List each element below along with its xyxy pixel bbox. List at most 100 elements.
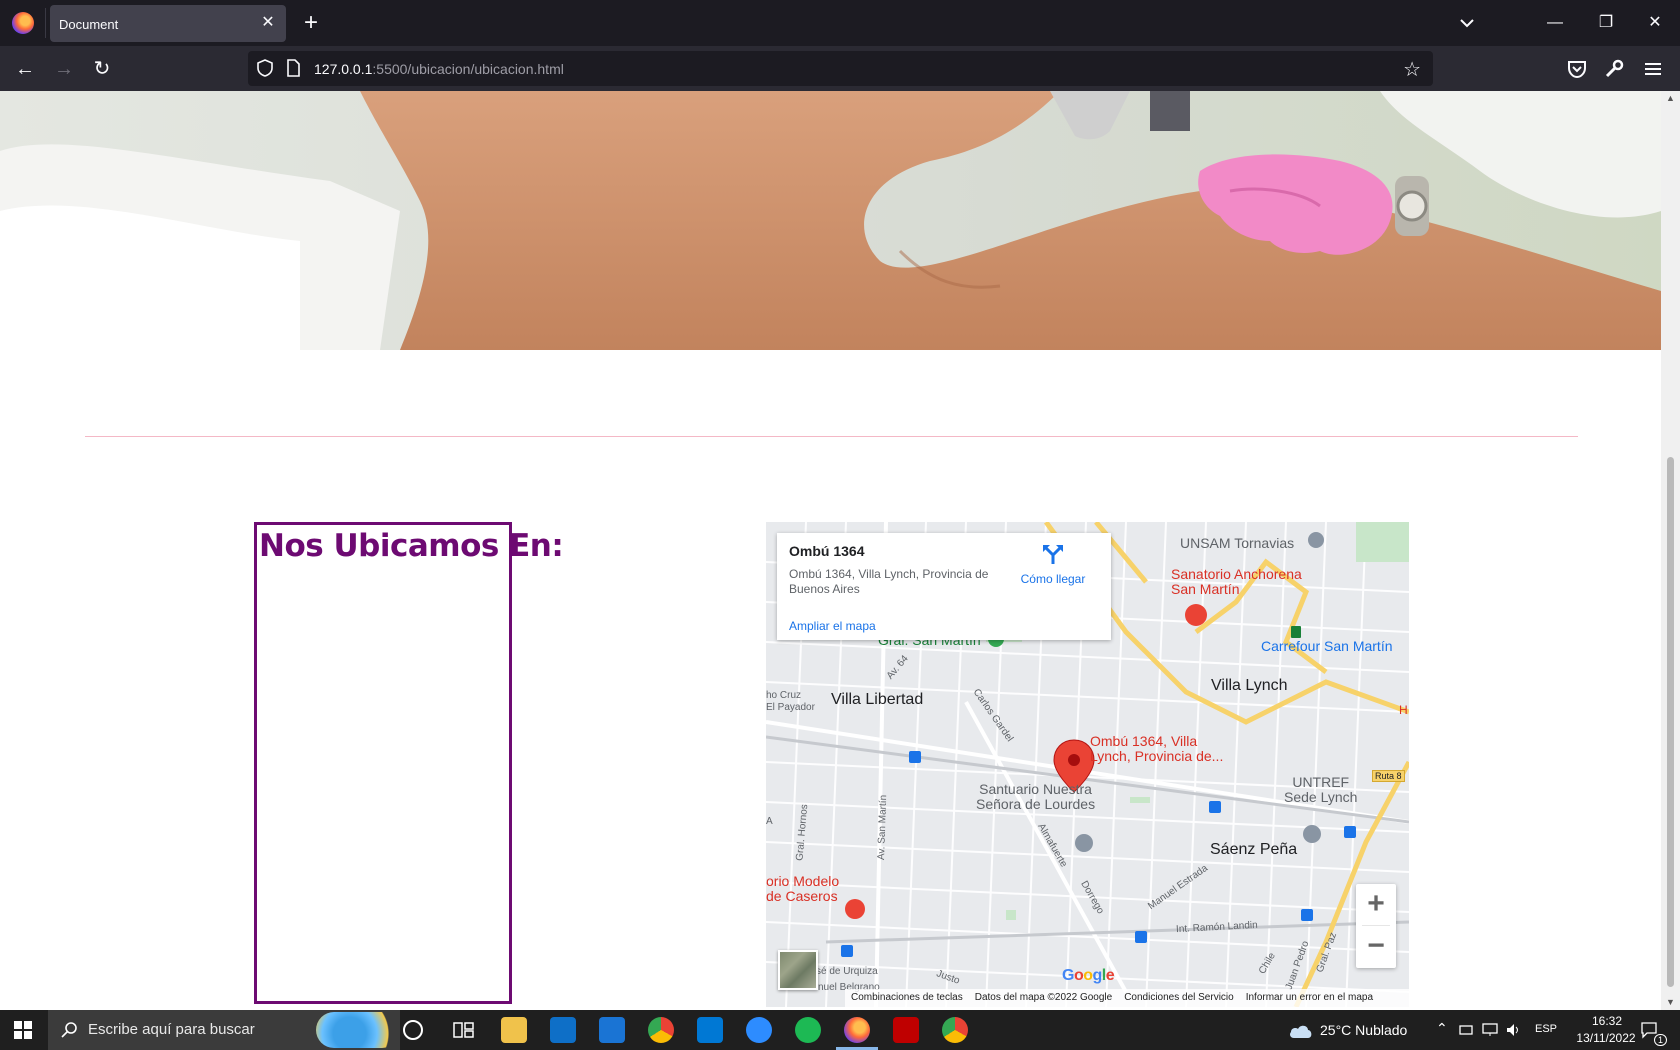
place-title: Ombú 1364 (789, 543, 865, 559)
new-tab-icon[interactable]: + (298, 10, 324, 36)
address-bar[interactable]: 127.0.0.1:5500/ubicacion/ubicacion.html … (248, 51, 1433, 86)
enlarge-map-link[interactable]: Ampliar el mapa (789, 619, 876, 633)
task-view-icon[interactable] (450, 1017, 476, 1043)
minimize-icon[interactable]: — (1532, 10, 1578, 36)
zoom-out-button[interactable]: − (1356, 926, 1396, 966)
windows-start-icon[interactable] (14, 1021, 32, 1039)
hamburger-menu-icon[interactable] (1641, 57, 1665, 81)
weather-text[interactable]: 25°C Nublado (1320, 1022, 1407, 1038)
bookmark-star-icon[interactable]: ☆ (1403, 57, 1421, 82)
volume-icon[interactable] (1506, 1023, 1522, 1037)
clock-time[interactable]: 16:32 (1582, 1014, 1632, 1028)
location-heading: Nos Ubicamos En: (259, 528, 564, 564)
location-box: Nos Ubicamos En: (254, 522, 564, 1004)
pin-label-line: Ombú 1364, Villa (1090, 733, 1198, 749)
map-label-line: Señora de Lourdes (976, 796, 1096, 812)
report-error-link[interactable]: Informar un error en el mapa (1240, 989, 1379, 1003)
reload-icon[interactable]: ↻ (88, 55, 116, 83)
zoom-app-icon[interactable] (746, 1017, 772, 1043)
map-label: Av. San Martín (875, 794, 890, 861)
map-label: Santuario Nuestra Señora de Lourdes (976, 782, 1095, 812)
map-label-line: orio Modelo (766, 873, 840, 889)
search-highlight-image[interactable] (316, 1012, 400, 1048)
search-icon (61, 1022, 77, 1038)
pin-label: Ombú 1364, Villa Lynch, Provincia de... (1090, 734, 1223, 764)
page-viewport[interactable]: Nos Ubicamos En: UNSAM Tornavias Sanator… (0, 91, 1680, 1010)
taskbar-search[interactable]: Escribe aquí para buscar (48, 1010, 400, 1050)
embedded-map[interactable]: UNSAM Tornavias Sanatorio Anchorena San M… (766, 522, 1409, 1007)
keyboard-shortcuts-link[interactable]: Combinaciones de teclas (845, 989, 969, 1003)
map-label-line: San Martín (1171, 581, 1240, 597)
directions-icon (1043, 545, 1063, 564)
map-label: orio Modelo de Caseros (766, 874, 839, 904)
vscode-icon[interactable] (697, 1017, 723, 1043)
firefox-logo-icon (12, 12, 34, 34)
map-label: Villa Lynch (1211, 677, 1288, 694)
map-label: UNTREF Sede Lynch (1284, 775, 1357, 805)
zoom-in-button[interactable]: + (1356, 884, 1396, 924)
map-label: Ruta 8 (1372, 770, 1405, 782)
chrome-icon[interactable] (648, 1017, 674, 1043)
scroll-up-icon[interactable]: ▲ (1665, 93, 1676, 104)
map-label: Sanatorio Anchorena San Martín (1171, 567, 1302, 597)
show-hidden-icons-icon[interactable]: ⌃ (1436, 1020, 1448, 1037)
list-all-tabs-icon[interactable] (1455, 14, 1479, 32)
terms-link[interactable]: Condiciones del Servicio (1118, 989, 1240, 1003)
directions-button[interactable]: Cómo llegar (1006, 543, 1100, 586)
filezilla-icon[interactable] (893, 1017, 919, 1043)
map-label: UNSAM Tornavias (1180, 535, 1295, 551)
map-label: Villa Libertad (831, 691, 924, 708)
meet-now-icon[interactable] (1459, 1023, 1473, 1037)
cortana-icon[interactable] (403, 1020, 423, 1040)
map-label: A (766, 816, 773, 827)
close-tab-icon[interactable]: ✕ (258, 13, 278, 33)
page-scrollbar[interactable]: ▲ ▼ (1661, 91, 1680, 1010)
cloud-icon (1290, 1025, 1312, 1038)
page-info-icon[interactable] (284, 59, 302, 77)
map-label: ho Cruz El Payador (766, 690, 815, 714)
scroll-thumb[interactable] (1667, 457, 1674, 987)
chrome-profile-icon[interactable] (942, 1017, 968, 1043)
spotify-icon[interactable] (795, 1017, 821, 1043)
shield-icon[interactable] (256, 59, 274, 77)
language-indicator[interactable]: ESP (1535, 1023, 1557, 1035)
map-footer: Combinaciones de teclas Datos del mapa ©2… (845, 989, 1409, 1007)
map-label-line: ho Cruz (766, 690, 802, 701)
wrench-icon[interactable] (1602, 57, 1626, 81)
firefox-taskbar-icon[interactable] (844, 1017, 870, 1043)
restore-icon[interactable]: ❐ (1583, 10, 1629, 36)
url-host: 127.0.0.1 (314, 61, 373, 77)
search-placeholder: Escribe aquí para buscar (88, 1021, 255, 1038)
map-label: Carrefour San Martín (1261, 638, 1393, 654)
place-info-card: Ombú 1364 Ombú 1364, Villa Lynch, Provin… (777, 533, 1111, 640)
file-explorer-icon[interactable] (501, 1017, 527, 1043)
clock-date[interactable]: 13/11/2022 (1566, 1031, 1646, 1045)
hero-image (0, 91, 1661, 350)
google-logo: Google (1062, 967, 1115, 984)
map-label-line: Santuario Nuestra (979, 781, 1092, 797)
pin-label-line: Lynch, Provincia de... (1090, 748, 1224, 764)
network-icon[interactable] (1482, 1023, 1498, 1037)
scroll-down-icon[interactable]: ▼ (1665, 997, 1676, 1008)
map-label-line: de Caseros (766, 888, 838, 904)
back-icon[interactable]: ← (11, 55, 39, 83)
browser-tab[interactable]: Document ✕ (50, 5, 286, 42)
map-label-line: Sede Lynch (1284, 789, 1358, 805)
windows-taskbar: Escribe aquí para buscar 25°C Nublado ⌃ … (0, 1010, 1680, 1050)
microsoft-store-icon[interactable] (550, 1017, 576, 1043)
place-address: Ombú 1364, Villa Lynch, Provincia de Bue… (789, 567, 989, 596)
tab-title: Document (59, 17, 119, 32)
close-window-icon[interactable]: ✕ (1632, 10, 1678, 36)
mail-icon[interactable] (599, 1017, 625, 1043)
satellite-layer-toggle[interactable] (778, 950, 818, 990)
zoom-controls: + − (1356, 884, 1396, 968)
map-label: H (1399, 703, 1408, 717)
map-label-line: UNTREF (1292, 774, 1350, 790)
map-label: sé de Urquiza (816, 966, 878, 977)
directions-label: Cómo llegar (1020, 572, 1086, 586)
pocket-icon[interactable] (1565, 57, 1589, 81)
navigation-toolbar: ← → ↻ 127.0.0.1:5500/ubicacion/ubicacion… (0, 46, 1680, 91)
url-text[interactable]: 127.0.0.1:5500/ubicacion/ubicacion.html (314, 61, 564, 77)
forward-icon[interactable]: → (50, 55, 78, 83)
map-label-line: Sanatorio Anchorena (1171, 566, 1302, 582)
